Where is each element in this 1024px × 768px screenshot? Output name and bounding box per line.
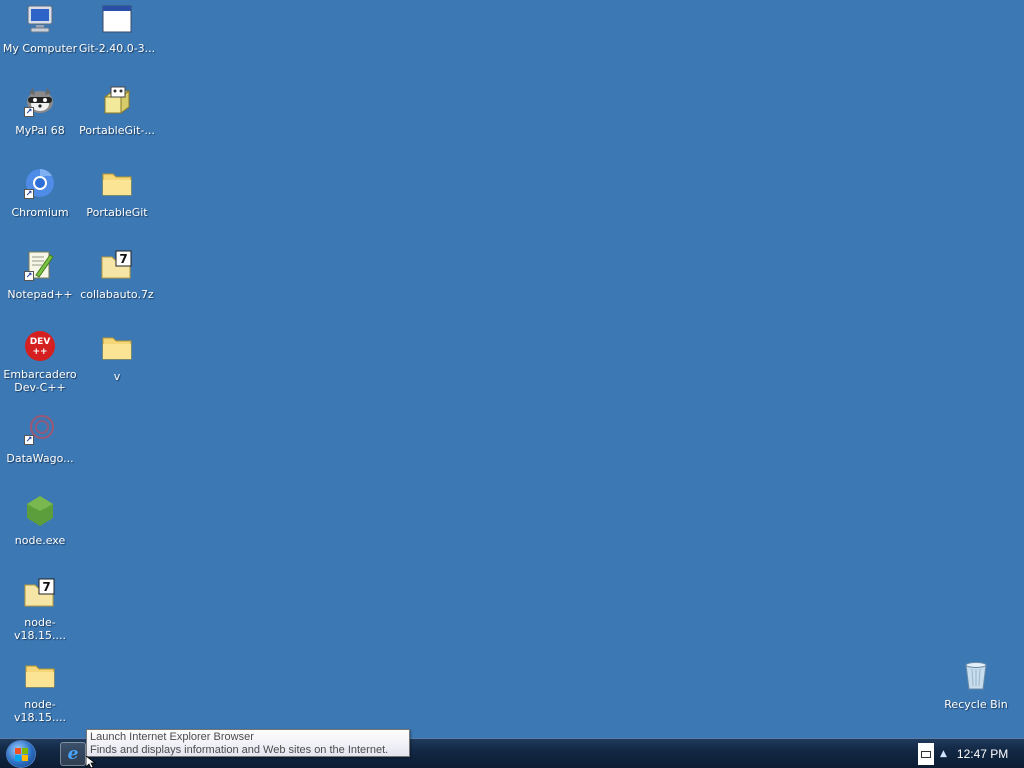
svg-text:DEV: DEV <box>30 337 51 347</box>
desktop-icon-recycle-bin[interactable]: Recycle Bin <box>936 658 1016 732</box>
datawagon-icon: ↗ <box>23 412 57 446</box>
desktop-icon-portablegit-setup[interactable]: PortableGit-... <box>77 84 157 158</box>
chromium-icon: ↗ <box>23 166 57 200</box>
desktop-icon-label: node-v18.15.... <box>14 616 66 642</box>
svg-text:7: 7 <box>42 580 50 594</box>
desktop-icon-label: node.exe <box>14 534 66 547</box>
folder-icon <box>100 166 134 200</box>
shortcut-arrow-icon: ↗ <box>24 271 34 281</box>
desktop-icon-label: Recycle Bin <box>944 698 1008 711</box>
desktop-icon-devcpp[interactable]: DEV ++ Embarcadero Dev-C++ <box>0 330 80 394</box>
keyboard-icon[interactable] <box>918 743 934 765</box>
taskbar-clock[interactable]: 12:47 PM <box>957 747 1008 761</box>
desktop-icon-label: DataWago... <box>6 452 74 465</box>
desktop-icon-label: Notepad++ <box>7 288 73 301</box>
desktop-icon-node-archive[interactable]: 7 node-v18.15.... <box>0 576 80 650</box>
tooltip: Launch Internet Explorer Browser Finds a… <box>86 729 410 757</box>
installer-window-icon <box>100 2 134 36</box>
internet-explorer-icon: e <box>67 744 79 764</box>
desktop-icon-mypal[interactable]: ↗ MyPal 68 <box>0 84 80 158</box>
show-hidden-icons-arrow-icon[interactable]: ▲ <box>940 749 947 759</box>
start-button[interactable] <box>6 740 36 768</box>
7z-archive-icon: 7 <box>100 248 134 282</box>
desktop-icon-node-folder[interactable]: node-v18.15.... <box>0 658 80 732</box>
desktop-icon-label: My Computer <box>2 42 78 55</box>
desktop-icon-v-folder[interactable]: v <box>77 330 157 404</box>
7z-archive-icon: 7 <box>23 576 57 610</box>
desktop-icon-node-exe[interactable]: node.exe <box>0 494 80 568</box>
svg-text:7: 7 <box>119 252 127 266</box>
desktop-icon-datawagon[interactable]: ↗ DataWago... <box>0 412 80 486</box>
folder-icon <box>23 658 57 692</box>
desktop-icon-collabauto[interactable]: 7 collabauto.7z <box>77 248 157 322</box>
windows-logo-icon <box>15 748 29 762</box>
tooltip-text: Finds and displays information and Web s… <box>90 744 389 756</box>
desktop-icon-notepadpp[interactable]: ↗ Notepad++ <box>0 248 80 322</box>
desktop-icon-label: node-v18.15.... <box>14 698 66 724</box>
desktop-icon-label: v <box>113 370 121 383</box>
desktop-icon-chromium[interactable]: ↗ Chromium <box>0 166 80 240</box>
node-icon <box>23 494 57 528</box>
svg-text:++: ++ <box>32 347 47 357</box>
desktop-icon-my-computer[interactable]: My Computer <box>0 2 80 76</box>
raccoon-icon: ↗ <box>23 84 57 118</box>
system-tray: ▲ 12:47 PM <box>918 739 1024 768</box>
desktop-icon-label: PortableGit <box>86 206 148 219</box>
desktop-icon-portablegit-folder[interactable]: PortableGit <box>77 166 157 240</box>
devcpp-icon: DEV ++ <box>23 330 57 362</box>
notepadpp-icon: ↗ <box>23 248 57 282</box>
shortcut-arrow-icon: ↗ <box>24 107 34 117</box>
desktop-icon-label: PortableGit-... <box>79 124 155 137</box>
desktop-icon-label: collabauto.7z <box>80 288 154 301</box>
setup-package-icon <box>100 84 134 118</box>
desktop-icon-label: Git-2.40.0-3... <box>78 42 156 55</box>
computer-icon <box>23 2 57 36</box>
internet-explorer-quicklaunch-button[interactable]: e <box>60 742 86 766</box>
shortcut-arrow-icon: ↗ <box>24 189 34 199</box>
folder-icon <box>100 330 134 364</box>
mouse-cursor-icon <box>85 755 97 768</box>
recycle-bin-icon <box>959 658 993 692</box>
tooltip-title: Launch Internet Explorer Browser <box>90 731 254 743</box>
shortcut-arrow-icon: ↗ <box>24 435 34 445</box>
desktop-icon-label: Embarcadero Dev-C++ <box>3 368 77 394</box>
desktop: My Computer ↗ MyPal 68 ↗ Chromium ↗ Note… <box>0 0 1024 738</box>
desktop-icon-label: Chromium <box>11 206 69 219</box>
desktop-icon-label: MyPal 68 <box>15 124 65 137</box>
desktop-icon-git-installer[interactable]: Git-2.40.0-3... <box>77 2 157 76</box>
